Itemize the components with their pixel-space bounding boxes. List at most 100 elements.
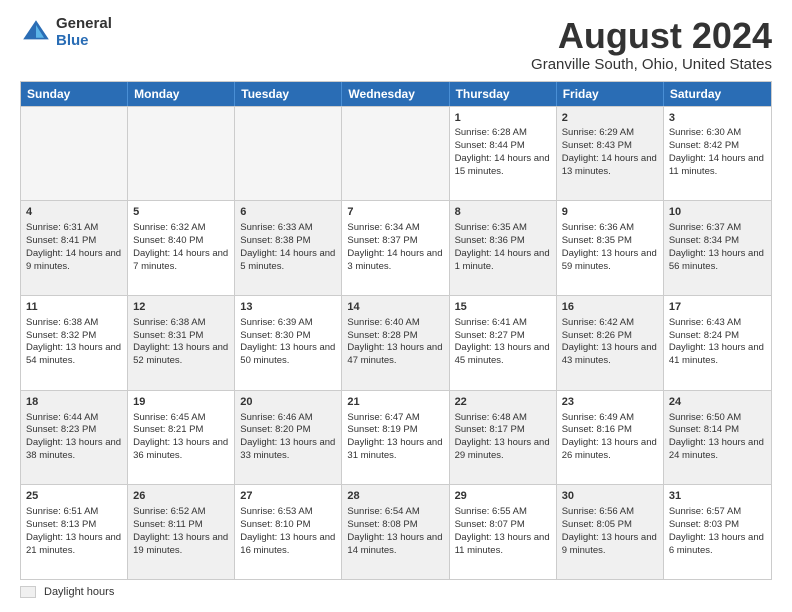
- sunrise-text: Sunrise: 6:49 AM: [562, 412, 658, 425]
- sunrise-text: Sunrise: 6:56 AM: [562, 506, 658, 519]
- cal-cell-12: 12Sunrise: 6:38 AMSunset: 8:31 PMDayligh…: [128, 296, 235, 390]
- header-cell-thursday: Thursday: [450, 82, 557, 106]
- day-number: 27: [240, 489, 336, 504]
- legend-label: Daylight hours: [44, 586, 114, 598]
- sunrise-text: Sunrise: 6:41 AM: [455, 317, 551, 330]
- daylight-text: Daylight: 13 hours and 38 minutes.: [26, 437, 122, 463]
- day-number: 17: [669, 300, 766, 315]
- cal-cell-empty-0-1: [128, 107, 235, 201]
- daylight-text: Daylight: 13 hours and 11 minutes.: [455, 532, 551, 558]
- daylight-text: Daylight: 13 hours and 6 minutes.: [669, 532, 766, 558]
- sunset-text: Sunset: 8:07 PM: [455, 519, 551, 532]
- sunrise-text: Sunrise: 6:40 AM: [347, 317, 443, 330]
- sunset-text: Sunset: 8:13 PM: [26, 519, 122, 532]
- sunrise-text: Sunrise: 6:52 AM: [133, 506, 229, 519]
- sunset-text: Sunset: 8:28 PM: [347, 330, 443, 343]
- calendar-row-4: 25Sunrise: 6:51 AMSunset: 8:13 PMDayligh…: [21, 484, 771, 579]
- sunset-text: Sunset: 8:20 PM: [240, 424, 336, 437]
- sunset-text: Sunset: 8:19 PM: [347, 424, 443, 437]
- header: General Blue August 2024 Granville South…: [20, 16, 772, 73]
- sunrise-text: Sunrise: 6:32 AM: [133, 222, 229, 235]
- cal-cell-14: 14Sunrise: 6:40 AMSunset: 8:28 PMDayligh…: [342, 296, 449, 390]
- cal-cell-21: 21Sunrise: 6:47 AMSunset: 8:19 PMDayligh…: [342, 391, 449, 485]
- logo-blue: Blue: [56, 33, 112, 50]
- sunset-text: Sunset: 8:40 PM: [133, 235, 229, 248]
- page: General Blue August 2024 Granville South…: [0, 0, 792, 612]
- sunrise-text: Sunrise: 6:46 AM: [240, 412, 336, 425]
- day-number: 24: [669, 395, 766, 410]
- day-number: 2: [562, 111, 658, 126]
- day-number: 26: [133, 489, 229, 504]
- day-number: 6: [240, 205, 336, 220]
- day-number: 16: [562, 300, 658, 315]
- sunrise-text: Sunrise: 6:36 AM: [562, 222, 658, 235]
- day-number: 4: [26, 205, 122, 220]
- day-number: 8: [455, 205, 551, 220]
- sunset-text: Sunset: 8:31 PM: [133, 330, 229, 343]
- daylight-text: Daylight: 13 hours and 26 minutes.: [562, 437, 658, 463]
- day-number: 9: [562, 205, 658, 220]
- day-number: 3: [669, 111, 766, 126]
- cal-cell-8: 8 Sunrise: 6:35 AMSunset: 8:36 PMDaylight…: [450, 201, 557, 295]
- daylight-text: Daylight: 13 hours and 21 minutes.: [26, 532, 122, 558]
- day-number: 1: [455, 111, 551, 126]
- daylight-text: Daylight: 13 hours and 33 minutes.: [240, 437, 336, 463]
- daylight-text: Daylight: 13 hours and 29 minutes.: [455, 437, 551, 463]
- cal-cell-6: 6Sunrise: 6:33 AMSunset: 8:38 PMDaylight…: [235, 201, 342, 295]
- sunrise-text: Sunrise: 6:38 AM: [133, 317, 229, 330]
- daylight-text: Daylight: 13 hours and 9 minutes.: [562, 532, 658, 558]
- daylight-text: Daylight: 13 hours and 41 minutes.: [669, 342, 766, 368]
- sunset-text: Sunset: 8:24 PM: [669, 330, 766, 343]
- sunrise-text: Sunrise: 6:51 AM: [26, 506, 122, 519]
- sunrise-text: Sunrise: 6:57 AM: [669, 506, 766, 519]
- sunrise-text: Sunrise: 6:45 AM: [133, 412, 229, 425]
- daylight-text: Daylight: 13 hours and 36 minutes.: [133, 437, 229, 463]
- sunset-text: Sunset: 8:21 PM: [133, 424, 229, 437]
- daylight-text: Daylight: 14 hours and 13 minutes.: [562, 153, 658, 179]
- daylight-text: Daylight: 13 hours and 59 minutes.: [562, 248, 658, 274]
- sunrise-text: Sunrise: 6:53 AM: [240, 506, 336, 519]
- day-number: 21: [347, 395, 443, 410]
- sunrise-text: Sunrise: 6:48 AM: [455, 412, 551, 425]
- day-number: 23: [562, 395, 658, 410]
- header-cell-monday: Monday: [128, 82, 235, 106]
- calendar-row-1: 4Sunrise: 6:31 AMSunset: 8:41 PMDaylight…: [21, 200, 771, 295]
- daylight-text: Daylight: 13 hours and 50 minutes.: [240, 342, 336, 368]
- header-cell-wednesday: Wednesday: [342, 82, 449, 106]
- cal-cell-16: 16Sunrise: 6:42 AMSunset: 8:26 PMDayligh…: [557, 296, 664, 390]
- sunrise-text: Sunrise: 6:33 AM: [240, 222, 336, 235]
- cal-cell-empty-0-0: [21, 107, 128, 201]
- sunrise-text: Sunrise: 6:35 AM: [455, 222, 551, 235]
- cal-cell-10: 10Sunrise: 6:37 AMSunset: 8:34 PMDayligh…: [664, 201, 771, 295]
- daylight-text: Daylight: 13 hours and 45 minutes.: [455, 342, 551, 368]
- cal-cell-2: 2Sunrise: 6:29 AMSunset: 8:43 PMDaylight…: [557, 107, 664, 201]
- cal-cell-20: 20Sunrise: 6:46 AMSunset: 8:20 PMDayligh…: [235, 391, 342, 485]
- day-number: 29: [455, 489, 551, 504]
- location: Granville South, Ohio, United States: [531, 56, 772, 73]
- calendar-body: 1Sunrise: 6:28 AMSunset: 8:44 PMDaylight…: [21, 106, 771, 579]
- sunset-text: Sunset: 8:03 PM: [669, 519, 766, 532]
- sunrise-text: Sunrise: 6:55 AM: [455, 506, 551, 519]
- calendar-row-2: 11Sunrise: 6:38 AMSunset: 8:32 PMDayligh…: [21, 295, 771, 390]
- sunset-text: Sunset: 8:08 PM: [347, 519, 443, 532]
- day-number: 25: [26, 489, 122, 504]
- sunset-text: Sunset: 8:26 PM: [562, 330, 658, 343]
- cal-cell-26: 26Sunrise: 6:52 AMSunset: 8:11 PMDayligh…: [128, 485, 235, 579]
- header-cell-saturday: Saturday: [664, 82, 771, 106]
- daylight-text: Daylight: 14 hours and 15 minutes.: [455, 153, 551, 179]
- day-number: 12: [133, 300, 229, 315]
- sunset-text: Sunset: 8:36 PM: [455, 235, 551, 248]
- cal-cell-7: 7Sunrise: 6:34 AMSunset: 8:37 PMDaylight…: [342, 201, 449, 295]
- calendar-header: SundayMondayTuesdayWednesdayThursdayFrid…: [21, 82, 771, 106]
- sunrise-text: Sunrise: 6:42 AM: [562, 317, 658, 330]
- calendar: SundayMondayTuesdayWednesdayThursdayFrid…: [20, 81, 772, 580]
- sunset-text: Sunset: 8:35 PM: [562, 235, 658, 248]
- sunset-text: Sunset: 8:32 PM: [26, 330, 122, 343]
- daylight-text: Daylight: 13 hours and 54 minutes.: [26, 342, 122, 368]
- cal-cell-28: 28Sunrise: 6:54 AMSunset: 8:08 PMDayligh…: [342, 485, 449, 579]
- cal-cell-empty-0-3: [342, 107, 449, 201]
- day-number: 11: [26, 300, 122, 315]
- daylight-text: Daylight: 14 hours and 1 minute.: [455, 248, 551, 274]
- day-number: 10: [669, 205, 766, 220]
- cal-cell-31: 31Sunrise: 6:57 AMSunset: 8:03 PMDayligh…: [664, 485, 771, 579]
